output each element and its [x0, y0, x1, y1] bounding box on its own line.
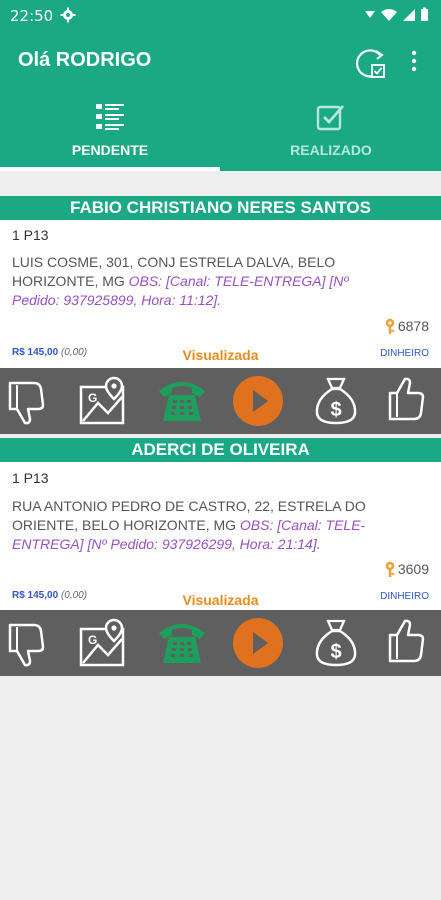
payment-method: DINHEIRO: [380, 591, 429, 602]
order-details[interactable]: 1 P13 LUIS COSME, 301, CONJ ESTRELA DALV…: [0, 220, 441, 368]
order-card[interactable]: FABIO CHRISTIANO NERES SANTOS 1 P13 LUIS…: [0, 196, 441, 436]
svg-text:G: G: [88, 633, 97, 647]
thumbs-down-icon[interactable]: [4, 617, 56, 669]
obs-label: OBS:: [128, 273, 163, 289]
status-label: Visualizada: [182, 347, 259, 363]
action-bar: G $: [0, 610, 441, 676]
more-options-icon[interactable]: [404, 49, 424, 73]
customer-name: FABIO CHRISTIANO NERES SANTOS: [0, 196, 441, 220]
thumbs-up-icon[interactable]: [384, 375, 436, 427]
money-bag-icon[interactable]: $: [310, 375, 362, 427]
key-number-value: 6878: [397, 318, 429, 334]
system-status-icons: [365, 7, 428, 21]
key-icon: [385, 318, 395, 334]
key-number: 3609: [383, 561, 429, 577]
phone-icon[interactable]: [156, 617, 208, 669]
customer-name: ADERCI DE OLIVEIRA: [0, 438, 441, 462]
order-details[interactable]: 1 P13 RUA ANTONIO PEDRO DE CASTRO, 22, E…: [0, 462, 441, 610]
tab-pendente[interactable]: PENDENTE: [0, 101, 220, 171]
order-card[interactable]: ADERCI DE OLIVEIRA 1 P13 RUA ANTONIO PED…: [0, 438, 441, 676]
payment-method: DINHEIRO: [380, 348, 429, 359]
svg-text:$: $: [330, 641, 341, 663]
phone-icon[interactable]: [156, 375, 208, 427]
battery-icon: [421, 9, 428, 21]
status-label: Visualizada: [182, 592, 259, 608]
sync-icon[interactable]: [350, 43, 390, 83]
map-icon[interactable]: G: [78, 617, 130, 669]
map-icon[interactable]: G: [78, 375, 130, 427]
play-icon[interactable]: [232, 617, 284, 669]
tab-realizado[interactable]: REALIZADO: [221, 101, 441, 171]
svg-text:$: $: [330, 399, 341, 421]
tab-realizado-label: REALIZADO: [290, 142, 372, 158]
obs-label: OBS:: [239, 517, 274, 533]
action-bar: G $: [0, 368, 441, 434]
status-bar: 22:50: [0, 0, 441, 31]
key-icon: [385, 561, 395, 577]
key-number: 6878: [383, 318, 429, 334]
download-icon: [365, 11, 375, 18]
checkbox-icon: [316, 105, 345, 131]
app-bar: Olá RODRIGO PENDENTE REALIZADO: [0, 31, 441, 171]
gear-icon: [60, 7, 76, 23]
play-icon[interactable]: [232, 375, 284, 427]
tab-indicator: [0, 167, 220, 171]
order-address: RUA ANTONIO PEDRO DE CASTRO, 22, ESTRELA…: [12, 497, 372, 554]
order-address: LUIS COSME, 301, CONJ ESTRELA DALVA, BEL…: [12, 253, 372, 310]
money-bag-icon[interactable]: $: [310, 617, 362, 669]
greeting-title: Olá RODRIGO: [18, 49, 152, 71]
signal-icon: [403, 9, 415, 21]
list-icon: [96, 104, 124, 130]
clock: 22:50: [10, 7, 54, 25]
thumbs-down-icon[interactable]: [4, 375, 56, 427]
tab-pendente-label: PENDENTE: [71, 142, 149, 158]
svg-text:G: G: [88, 391, 97, 405]
key-number-value: 3609: [397, 561, 429, 577]
order-code: 1 P13: [12, 470, 49, 486]
wifi-icon: [381, 9, 397, 21]
thumbs-up-icon[interactable]: [384, 617, 436, 669]
order-code: 1 P13: [12, 227, 49, 243]
